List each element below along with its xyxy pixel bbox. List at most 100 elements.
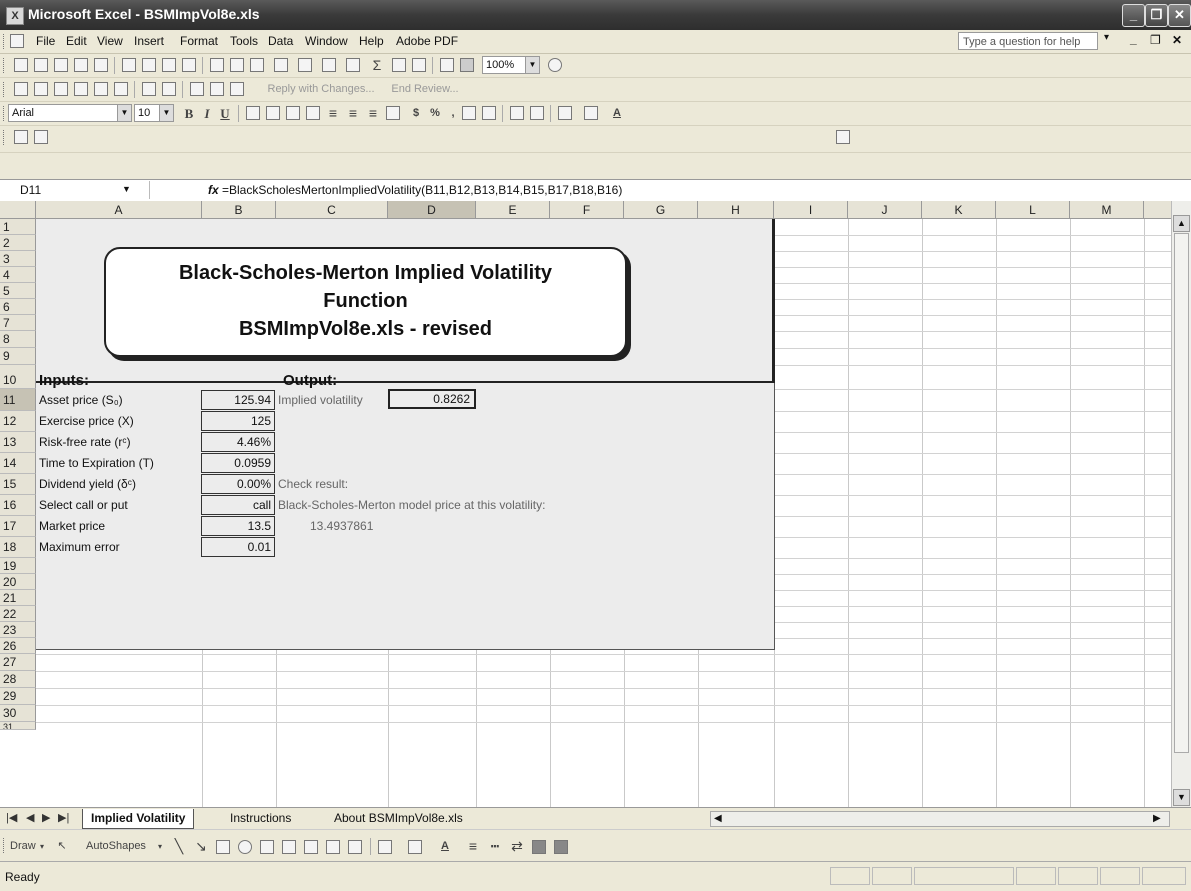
row-header[interactable]: 14 xyxy=(0,453,36,474)
research-icon[interactable] xyxy=(182,58,196,72)
help-dropdown-icon[interactable]: ▾ xyxy=(1104,32,1109,43)
row-header[interactable]: 6 xyxy=(0,299,36,315)
print-icon[interactable] xyxy=(122,58,136,72)
chevron-down-icon[interactable]: ▾ xyxy=(40,838,44,855)
picture-icon[interactable] xyxy=(348,840,362,854)
row-header[interactable]: 26 xyxy=(0,638,36,654)
input-value-cell[interactable]: 125 xyxy=(201,411,275,431)
implied-volatility-cell[interactable]: 0.8262 xyxy=(388,389,476,409)
row-header[interactable]: 27 xyxy=(0,654,36,671)
menu-grip[interactable] xyxy=(3,34,7,49)
wordart-icon[interactable] xyxy=(282,840,296,854)
input-value-cell[interactable]: 4.46% xyxy=(201,432,275,452)
row-header[interactable]: 11 xyxy=(0,389,36,411)
zoom-select[interactable]: 100% ▼ xyxy=(482,56,540,74)
chevron-down-icon[interactable]: ▼ xyxy=(122,184,131,194)
clipart-icon[interactable] xyxy=(326,840,340,854)
next-sheet-icon[interactable]: ▶ xyxy=(42,811,50,824)
menu-insert[interactable]: Insert xyxy=(134,34,164,48)
column-header-f[interactable]: F xyxy=(550,201,624,219)
borders-icon[interactable] xyxy=(558,106,572,120)
percent-button[interactable]: % xyxy=(428,105,442,122)
column-header-c[interactable]: C xyxy=(276,201,388,219)
row-header[interactable]: 4 xyxy=(0,267,36,283)
increase-indent-icon[interactable] xyxy=(530,106,544,120)
oval-icon[interactable] xyxy=(238,840,252,854)
font-size-select[interactable]: 10 ▼ xyxy=(134,104,174,122)
open-icon[interactable] xyxy=(34,58,48,72)
fill-color-icon[interactable] xyxy=(584,106,598,120)
tab-about[interactable]: About BSMImpVol8e.xls xyxy=(326,809,471,828)
row-header[interactable]: 8 xyxy=(0,331,36,348)
undo-icon[interactable] xyxy=(298,58,312,72)
excel-app-icon[interactable]: X xyxy=(6,7,24,25)
select-all-corner[interactable] xyxy=(0,201,36,219)
column-header-k[interactable]: K xyxy=(922,201,996,219)
align-right-icon[interactable]: ≡ xyxy=(366,105,380,122)
align-left-icon[interactable]: ≡ xyxy=(326,105,340,122)
input-value-cell[interactable]: call xyxy=(201,495,275,515)
spelling-icon[interactable] xyxy=(162,58,176,72)
review-icon-2[interactable] xyxy=(34,82,48,96)
align-icon-2[interactable] xyxy=(286,106,300,120)
chevron-down-icon[interactable]: ▼ xyxy=(159,105,173,121)
row-header[interactable]: 30 xyxy=(0,705,36,722)
font-color-icon[interactable]: A xyxy=(610,105,624,122)
row-header[interactable]: 16 xyxy=(0,495,36,516)
column-header-i[interactable]: I xyxy=(774,201,848,219)
row-header[interactable]: 23 xyxy=(0,622,36,638)
toolbar-grip[interactable] xyxy=(3,838,7,853)
tab-implied-volatility[interactable]: Implied Volatility xyxy=(82,809,195,829)
toolbar-grip[interactable] xyxy=(3,106,7,121)
column-header-h[interactable]: H xyxy=(698,201,774,219)
email-icon[interactable] xyxy=(94,58,108,72)
font-name-select[interactable]: Arial ▼ xyxy=(8,104,132,122)
insert-function-icon[interactable]: fx xyxy=(208,181,219,199)
column-header-e[interactable]: E xyxy=(476,201,550,219)
dash-style-icon[interactable]: ┅ xyxy=(488,838,502,855)
diagram-icon[interactable] xyxy=(304,840,318,854)
sort-ascending-icon[interactable] xyxy=(392,58,406,72)
row-header[interactable]: 5 xyxy=(0,283,36,299)
tab-instructions[interactable]: Instructions xyxy=(222,809,299,828)
format-painter-icon[interactable] xyxy=(274,58,288,72)
menu-edit[interactable]: Edit xyxy=(66,34,87,48)
column-header-m[interactable]: M xyxy=(1070,201,1144,219)
column-header-l[interactable]: L xyxy=(996,201,1070,219)
control-icon[interactable] xyxy=(836,130,850,144)
review-icon-6[interactable] xyxy=(114,82,128,96)
copy-icon[interactable] xyxy=(230,58,244,72)
input-value-cell[interactable]: 13.5 xyxy=(201,516,275,536)
last-sheet-icon[interactable]: ▶| xyxy=(58,811,69,824)
column-header-d[interactable]: D xyxy=(388,201,476,219)
redo-icon[interactable] xyxy=(322,58,336,72)
end-review-button[interactable]: End Review... xyxy=(388,81,462,98)
decrease-indent-icon[interactable] xyxy=(510,106,524,120)
restore-button[interactable]: ❐ xyxy=(1145,4,1168,27)
shadow-style-icon[interactable] xyxy=(532,840,546,854)
row-header[interactable]: 21 xyxy=(0,590,36,606)
help-icon[interactable] xyxy=(548,58,562,72)
merge-center-icon[interactable] xyxy=(386,106,400,120)
drawing-icon[interactable] xyxy=(460,58,474,72)
chevron-down-icon[interactable]: ▼ xyxy=(117,105,131,121)
menu-view[interactable]: View xyxy=(97,34,123,48)
arrow-icon[interactable]: ↘ xyxy=(194,838,208,855)
column-header-g[interactable]: G xyxy=(624,201,698,219)
row-header[interactable]: 31 xyxy=(0,722,36,730)
menu-help[interactable]: Help xyxy=(359,34,384,48)
line-icon[interactable]: ╲ xyxy=(172,838,186,855)
workbook-icon[interactable] xyxy=(10,34,24,48)
scroll-thumb[interactable] xyxy=(1174,233,1189,753)
permission-icon[interactable] xyxy=(74,58,88,72)
chevron-down-icon[interactable]: ▼ xyxy=(525,57,539,73)
sort-descending-icon[interactable] xyxy=(412,58,426,72)
rtl-icon[interactable] xyxy=(246,106,260,120)
prev-sheet-icon[interactable]: ◀ xyxy=(26,811,34,824)
menu-data[interactable]: Data xyxy=(268,34,293,48)
form-icon-2[interactable] xyxy=(34,130,48,144)
toolbar-grip[interactable] xyxy=(3,58,7,73)
line-style-icon[interactable]: ≡ xyxy=(466,838,480,855)
review-icon-8[interactable] xyxy=(162,82,176,96)
row-header[interactable]: 19 xyxy=(0,558,36,574)
